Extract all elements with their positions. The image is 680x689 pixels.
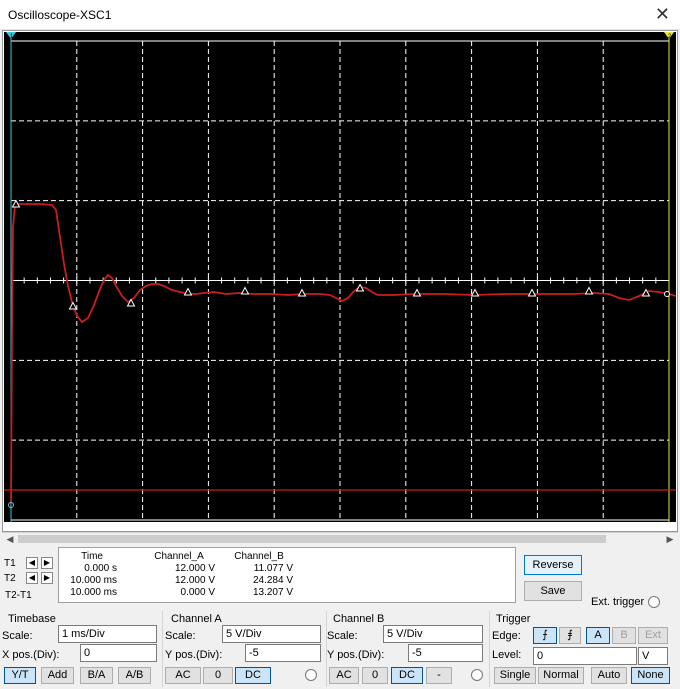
scroll-left-icon[interactable]: ◀ <box>4 533 16 545</box>
channel-b-scale-field[interactable]: 5 V/Div <box>383 625 483 643</box>
ext-trigger-radio[interactable] <box>648 596 660 608</box>
ext-trigger-label: Ext. trigger <box>591 596 645 608</box>
timebase-group: Timebase Scale: 1 ms/Div X pos.(Div): 0 … <box>0 611 162 687</box>
mode-ab-button[interactable]: A/B <box>118 667 151 684</box>
falling-edge-icon[interactable]: ⨎ <box>559 627 581 644</box>
channel-b-ac-button[interactable]: AC <box>329 667 359 684</box>
x-pos-label: X pos.(Div): <box>2 649 60 661</box>
trigger-none-button[interactable]: None <box>631 667 670 684</box>
cell-channel-a: 0.000 V <box>180 587 215 598</box>
t2-right-button[interactable]: ▶ <box>41 572 53 584</box>
level-label: Level: <box>492 649 522 661</box>
cursor-t1-control: T1 ◀ ▶ <box>4 557 58 571</box>
table-row: 10.000 ms 0.000 V 13.207 V <box>59 587 515 599</box>
rising-edge-icon[interactable]: ⨍ <box>533 627 557 644</box>
channel-a-ypos-label: Y pos.(Div): <box>165 649 223 661</box>
trigger-source-b-button[interactable]: B <box>612 627 636 644</box>
x-pos-field[interactable]: 0 <box>80 644 157 662</box>
save-button[interactable]: Save <box>524 581 582 601</box>
cell-channel-a: 12.000 V <box>174 575 215 586</box>
cursor-t2-control: T2 ◀ ▶ <box>4 572 58 586</box>
channel-a-radio[interactable] <box>305 669 317 681</box>
cell-channel-a: 12.000 V <box>174 563 215 574</box>
channel-a-dc-button[interactable]: DC <box>235 667 271 684</box>
trigger-source-ext-button[interactable]: Ext <box>638 627 668 644</box>
window-title: Oscilloscope-XSC1 <box>8 8 112 22</box>
table-row: 10.000 ms 12.000 V 24.284 V <box>59 575 515 587</box>
trigger-level-unit[interactable]: V <box>638 647 668 665</box>
header-time: Time <box>81 551 103 562</box>
header-channel-b: Channel_B <box>234 551 284 562</box>
timebase-title: Timebase <box>8 613 56 625</box>
t1-left-button[interactable]: ◀ <box>26 557 38 569</box>
cell-time: 10.000 ms <box>70 587 117 598</box>
cell-time: 10.000 ms <box>70 575 117 586</box>
table-row: 0.000 s 12.000 V 11.077 V <box>59 563 515 575</box>
channel-b-zero-button[interactable]: 0 <box>362 667 388 684</box>
title-bar: Oscilloscope-XSC1 ✕ <box>0 0 680 30</box>
t1-label: T1 <box>4 558 16 569</box>
channel-a-scale-label: Scale: <box>165 630 196 642</box>
trigger-group: Trigger Edge: ⨍ ⨎ A B Ext Level: 0 V Sin… <box>490 611 678 687</box>
channel-b-minus-button[interactable]: - <box>426 667 452 684</box>
trace-end-marker <box>664 291 670 297</box>
scope-screen[interactable]: 1 2 <box>4 32 676 522</box>
channel-b-scale-label: Scale: <box>327 630 358 642</box>
trigger-auto-button[interactable]: Auto <box>591 667 627 684</box>
trigger-source-a-button[interactable]: A <box>586 627 610 644</box>
cell-channel-b: 24.284 V <box>252 575 293 586</box>
channel-a-scale-field[interactable]: 5 V/Div <box>222 625 321 643</box>
channel-a-ypos-field[interactable]: -5 <box>245 644 321 662</box>
cell-channel-b: 11.077 V <box>253 563 293 574</box>
trigger-level-field[interactable]: 0 <box>533 647 637 665</box>
channel-a-zero-button[interactable]: 0 <box>203 667 233 684</box>
scroll-right-icon[interactable]: ▶ <box>664 533 676 545</box>
trigger-single-button[interactable]: Single <box>494 667 536 684</box>
channel-a-group: Channel A Scale: 5 V/Div Y pos.(Div): -5… <box>163 611 325 687</box>
mode-ba-button[interactable]: B/A <box>80 667 113 684</box>
close-icon[interactable]: ✕ <box>655 4 670 24</box>
channel-b-radio[interactable] <box>471 669 483 681</box>
t2-left-button[interactable]: ◀ <box>26 572 38 584</box>
t2-label: T2 <box>4 573 16 584</box>
channel-a-ac-button[interactable]: AC <box>165 667 201 684</box>
table-header: Time Channel_A Channel_B <box>59 551 515 563</box>
scroll-thumb[interactable] <box>18 535 606 543</box>
trigger-title: Trigger <box>496 613 531 625</box>
horizontal-scrollbar[interactable]: ◀ ▶ <box>2 532 678 545</box>
measurement-table: Time Channel_A Channel_B 0.000 s 12.000 … <box>58 547 516 603</box>
timebase-scale-label: Scale: <box>2 630 33 642</box>
channel-b-ypos-field[interactable]: -5 <box>408 644 483 662</box>
channel-a-title: Channel A <box>171 613 222 625</box>
edge-label: Edge: <box>492 630 521 642</box>
cell-channel-b: 13.207 V <box>252 587 293 598</box>
channel-b-title: Channel B <box>333 613 385 625</box>
channel-b-ypos-label: Y pos.(Div): <box>327 649 385 661</box>
mode-yt-button[interactable]: Y/T <box>4 667 36 684</box>
channel-b-group: Channel B Scale: 5 V/Div Y pos.(Div): -5… <box>327 611 489 687</box>
t1-right-button[interactable]: ▶ <box>41 557 53 569</box>
mode-add-button[interactable]: Add <box>41 667 74 684</box>
timebase-scale-field[interactable]: 1 ms/Div <box>58 625 157 643</box>
reverse-button[interactable]: Reverse <box>524 555 582 575</box>
trigger-normal-button[interactable]: Normal <box>538 667 584 684</box>
t2-t1-label: T2-T1 <box>5 590 32 601</box>
channel-b-dc-button[interactable]: DC <box>391 667 423 684</box>
cell-time: 0.000 s <box>84 563 117 574</box>
